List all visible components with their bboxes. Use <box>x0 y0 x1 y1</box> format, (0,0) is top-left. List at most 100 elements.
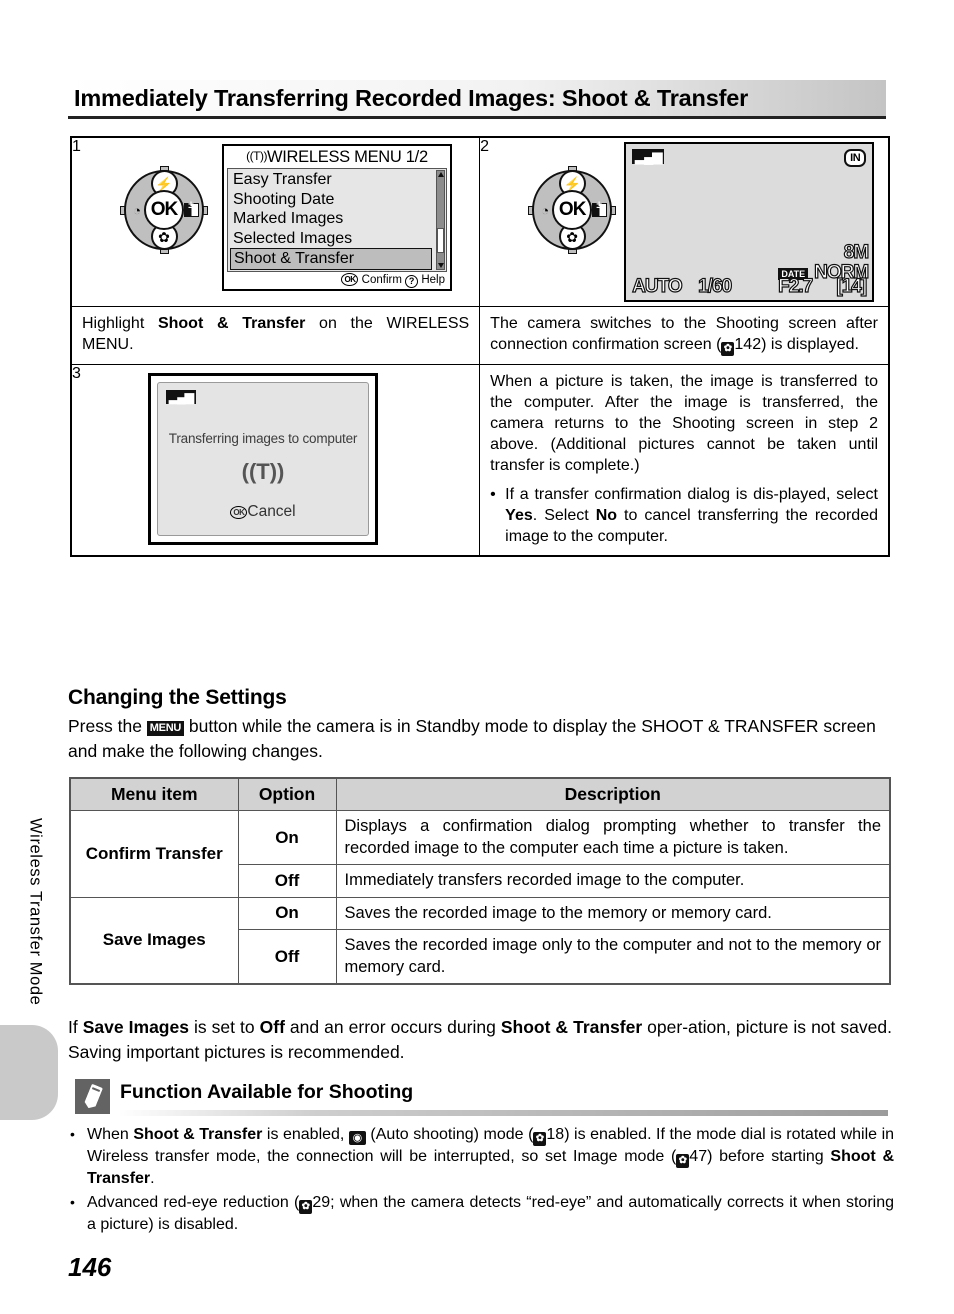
page-ref-icon: ✿ <box>533 1132 547 1146</box>
menu-item-selected-images[interactable]: Selected Images <box>230 229 432 249</box>
cancel-label: Cancel <box>247 503 296 520</box>
shoot-transfer-bold: Shoot & Transfer <box>500 1017 643 1037</box>
menu-item-shooting-date[interactable]: Shooting Date <box>230 190 432 210</box>
shooting-status-bar: AUTO 1/60 F2.7 [14] <box>626 275 872 298</box>
menu-item-shoot-and-transfer[interactable]: Shoot & Transfer <box>230 248 432 270</box>
help-glyph-icon: ? <box>405 274 419 288</box>
option-off: Off <box>237 864 337 898</box>
bullet-dot-icon: • <box>70 1193 75 1210</box>
wireless-menu-title: ((T))WIRELESS MENU 1/2 <box>246 148 428 166</box>
signal-bars-icon: ▂▄▆ <box>166 390 196 404</box>
wireless-menu-screen: ((T))WIRELESS MENU 1/2 Easy Transfer Sho… <box>222 144 452 291</box>
step-3-paragraph: When a picture is taken, the image is tr… <box>490 373 878 474</box>
cancel-control[interactable]: OK Cancel <box>158 503 368 521</box>
settings-note-text: If Save Images is set to Off and an erro… <box>68 1017 892 1062</box>
option-on: On <box>237 896 337 930</box>
menu-item-marked-images[interactable]: Marked Images <box>230 209 432 229</box>
multi-selector-dial: ⚡ ✿ ◔ OK <box>120 166 208 254</box>
menu-item-easy-transfer[interactable]: Easy Transfer <box>230 170 432 190</box>
transferring-screen-inner: ▂▄▆ Transferring images to computer ((T)… <box>157 382 369 536</box>
step-3-bullet-text: If a transfer confirmation dialog is dis… <box>505 486 878 545</box>
note-rule <box>118 1110 888 1116</box>
yes-bold: Yes <box>505 507 533 524</box>
step-1-number: 1 <box>72 138 81 155</box>
ok-button-icon: OK <box>144 190 184 230</box>
page-title-banner: Immediately Transferring Recorded Images… <box>68 80 886 116</box>
scroll-down-arrow-icon <box>438 262 444 268</box>
step-3-figure-cell: 3 ▂▄▆ Transferring images to computer ((… <box>70 364 481 557</box>
step-2-figure: 2 ⚡ ✿ ◔ OK ▂▄▆ IN <box>480 138 888 306</box>
table-row: Confirm Transfer On Displays a confirmat… <box>69 810 891 898</box>
pencil-icon <box>75 1079 110 1114</box>
steps-table: 1 ⚡ ✿ ◔ OK ((T))WIRELESS MENU <box>70 136 890 557</box>
note-bullet-1: • When Shoot & Transfer is enabled, ◉ (A… <box>70 1124 894 1190</box>
header-option: Option <box>237 777 337 811</box>
shoot-transfer-bold: Shoot & Transfer <box>157 315 306 332</box>
exposure-compensation-icon <box>182 201 200 219</box>
internal-memory-icon: IN <box>844 149 867 167</box>
shooting-mode-indicator: AUTO <box>632 275 684 297</box>
settings-intro-text: Press the MENU button while the camera i… <box>68 716 876 761</box>
step-3-number: 3 <box>72 365 81 382</box>
step-3-bullet-wrap: • If a transfer confirmation dialog is d… <box>480 484 888 555</box>
description-save-images-on: Saves the recorded image to the memory o… <box>335 896 891 930</box>
page-ref-icon: ✿ <box>299 1199 313 1214</box>
settings-table-header-row: Menu item Option Description <box>69 777 891 811</box>
step-2-caption-cell: The camera switches to the Shooting scre… <box>479 306 890 365</box>
note-title: Function Available for Shooting <box>120 1081 414 1103</box>
step-1-caption: Highlight Shoot & Transfer on the WIRELE… <box>82 315 470 353</box>
scrollbar-thumb[interactable] <box>437 227 444 253</box>
table-row: Save Images On Saves the recorded image … <box>69 896 891 985</box>
menu-item-save-images: Save Images <box>69 896 239 985</box>
step-3-caption-cell: When a picture is taken, the image is tr… <box>479 364 890 557</box>
step-2-number: 2 <box>480 138 490 155</box>
scroll-up-arrow-icon <box>438 172 444 177</box>
signal-bars-icon: ▂▄▆ <box>632 149 665 164</box>
note-bullet-2-text: Advanced red-eye reduction (✿ 29; when th… <box>87 1193 894 1233</box>
step-2-caption: The camera switches to the Shooting scre… <box>490 315 878 356</box>
transferring-screen: ▂▄▆ Transferring images to computer ((T)… <box>148 373 378 545</box>
off-bold: Off <box>259 1017 285 1037</box>
no-bold: No <box>595 507 618 524</box>
ok-glyph-icon: OK <box>230 506 248 519</box>
ok-button-icon: OK <box>552 190 593 230</box>
step-2-cell: 2 ⚡ ✿ ◔ OK ▂▄▆ IN <box>479 136 890 307</box>
header-menu-item: Menu item <box>69 777 239 811</box>
confirm-label: Confirm <box>361 273 402 286</box>
exposure-compensation-icon <box>590 201 608 219</box>
note-body: • When Shoot & Transfer is enabled, ◉ (A… <box>70 1124 894 1237</box>
step-1-figure: 1 ⚡ ✿ ◔ OK ((T))WIRELESS MENU <box>72 138 479 297</box>
wireless-menu-list: Easy Transfer Shooting Date Marked Image… <box>227 168 447 272</box>
wireless-badge-icon: ((T)) <box>246 149 267 163</box>
menu-button-icon: MENU <box>146 721 184 736</box>
step-3-bullet: • If a transfer confirmation dialog is d… <box>490 484 878 547</box>
page-ref-icon: ✿ <box>721 342 735 356</box>
section-side-label: Wireless Transfer Mode <box>26 818 45 1006</box>
manual-page: Wireless Transfer Mode Immediately Trans… <box>0 0 954 1314</box>
menu-item-confirm-transfer: Confirm Transfer <box>69 810 239 898</box>
shooting-screen: ▂▄▆ IN 8M DATE NORM AUTO 1/60 F2.7 [14] <box>624 142 875 302</box>
bullet-dot-icon: • <box>70 1126 75 1142</box>
header-description: Description <box>335 777 891 811</box>
shutter-speed-indicator: 1/60 <box>698 275 733 297</box>
ok-glyph-icon: OK <box>341 272 359 286</box>
page-ref-icon: ✿ <box>676 1154 690 1168</box>
antenna-icon: ((T)) <box>241 459 285 484</box>
wireless-menu-footer: OK Confirm ? Help <box>227 272 447 288</box>
auto-shooting-icon: ◉ <box>348 1131 366 1145</box>
settings-table: Menu item Option Description Confirm Tra… <box>69 777 891 985</box>
option-off: Off <box>237 929 337 985</box>
help-label: Help <box>421 273 445 286</box>
description-confirm-transfer-on: Displays a confirmation dialog prompting… <box>335 810 891 865</box>
title-rule <box>68 116 886 119</box>
description-confirm-transfer-off: Immediately transfers recorded image to … <box>335 864 891 898</box>
menu-scrollbar[interactable] <box>436 170 445 270</box>
save-images-bold: Save Images <box>82 1017 189 1037</box>
transferring-message: Transferring images to computer <box>168 431 358 446</box>
aperture-indicator: F2.7 <box>778 275 814 297</box>
page-title: Immediately Transferring Recorded Images… <box>74 84 749 111</box>
option-on: On <box>237 810 337 865</box>
step-3-figure: 3 ▂▄▆ Transferring images to computer ((… <box>72 365 479 553</box>
shoot-transfer-bold: Shoot & Transfer <box>133 1126 263 1143</box>
image-size-indicator: 8M <box>843 241 870 263</box>
